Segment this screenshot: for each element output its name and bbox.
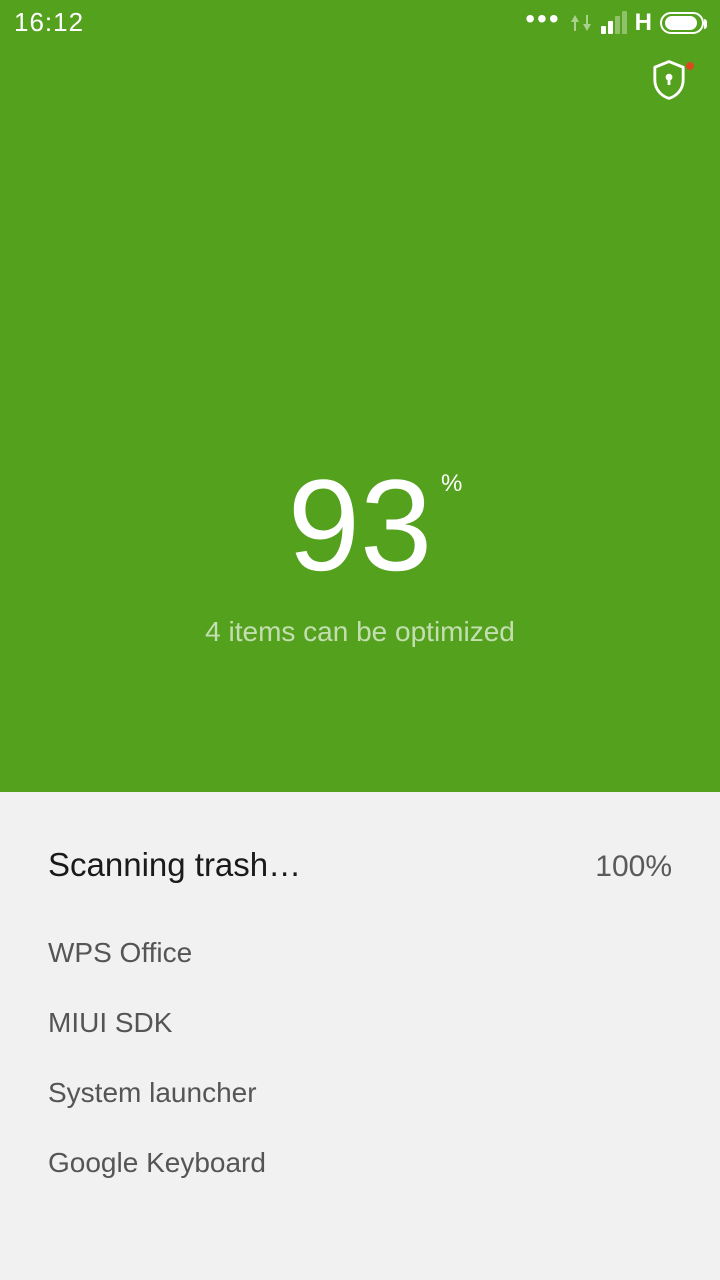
score-panel: 93% 4 items can be optimized	[0, 0, 720, 792]
security-shield-button[interactable]	[652, 60, 686, 105]
scan-percent: 100%	[595, 850, 672, 884]
clock: 16:12	[14, 7, 84, 38]
list-item: WPS Office	[48, 918, 672, 988]
score-subtitle: 4 items can be optimized	[0, 616, 720, 648]
scan-title: Scanning trash…	[48, 846, 301, 884]
signal-icon	[601, 11, 627, 34]
status-bar: 16:12 ••• H	[0, 0, 720, 45]
shield-keyhole-icon	[652, 60, 686, 100]
score-value: 93	[288, 452, 433, 598]
data-transfer-icon	[569, 13, 593, 33]
scan-panel: Scanning trash… 100% WPS Office MIUI SDK…	[0, 792, 720, 1280]
score-unit: %	[441, 472, 462, 496]
notification-dot-icon	[686, 62, 694, 70]
battery-icon	[660, 12, 704, 34]
list-item: Google Keyboard	[48, 1128, 672, 1198]
list-item: System launcher	[48, 1058, 672, 1128]
network-type: H	[635, 9, 652, 37]
optimization-score: 93%	[288, 460, 433, 590]
list-item: MIUI SDK	[48, 988, 672, 1058]
